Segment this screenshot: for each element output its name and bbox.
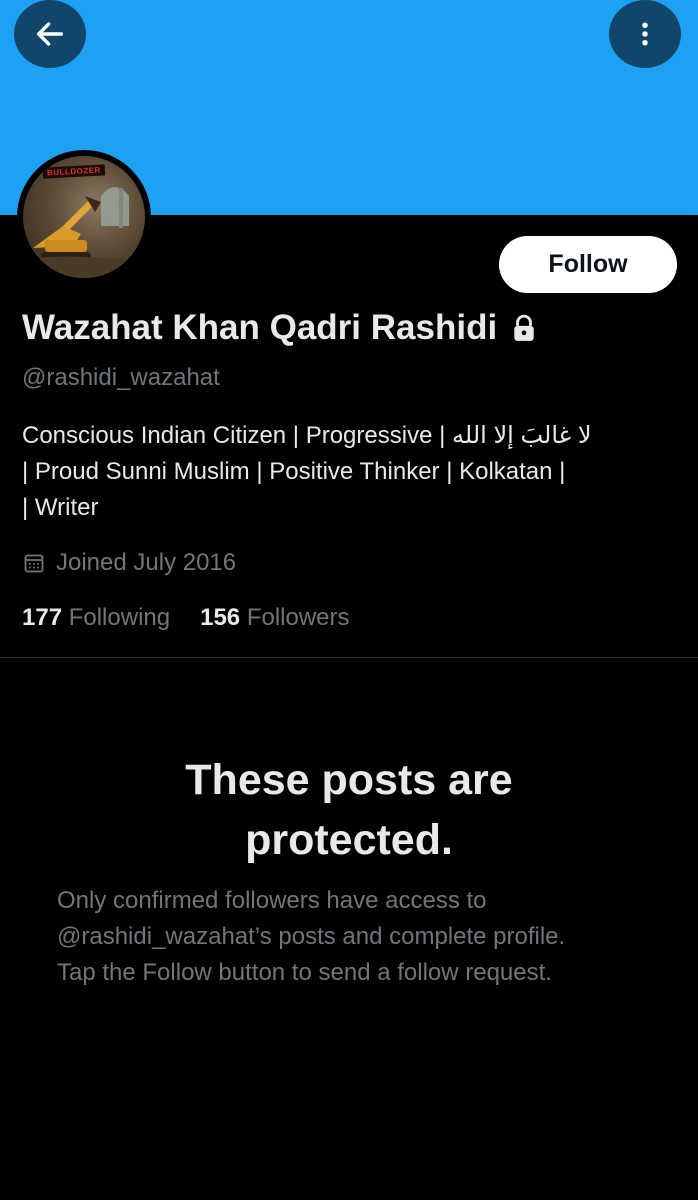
protected-message: Only confirmed followers have access to … (57, 883, 657, 991)
protected-title-line: protected. (245, 816, 453, 864)
joined-date: Joined July 2016 (22, 549, 236, 577)
protected-message-line: Tap the Follow button to send a follow r… (57, 959, 552, 986)
joined-text: Joined July 2016 (56, 549, 237, 576)
more-options-button[interactable] (609, 0, 681, 68)
followers-label: Followers (246, 604, 350, 631)
profile-bio: Conscious Indian Citizen | Progressive |… (22, 418, 662, 526)
following-label: Following (68, 604, 171, 631)
calendar-icon (24, 554, 44, 573)
arrow-left-icon (36, 22, 64, 46)
followers-count: 156 (200, 604, 241, 631)
bulldozer-illustration (23, 187, 145, 278)
bio-line: Conscious Indian Citizen | Progressive |… (22, 422, 592, 449)
follow-button[interactable]: Follow (499, 236, 677, 293)
protected-title-line: These posts are (185, 756, 513, 804)
avatar[interactable]: BULLDOZER (17, 150, 151, 284)
display-name: Wazahat Khan Qadri Rashidi (22, 308, 498, 347)
avatar-image: BULLDOZER (23, 156, 145, 278)
profile-name-row: Wazahat Khan Qadri Rashidi (22, 308, 537, 348)
bio-line: | Proud Sunni Muslim | Positive Thinker … (22, 458, 566, 485)
divider (0, 657, 698, 658)
protected-message-line: Only confirmed followers have access to (57, 887, 487, 914)
following-count: 177 (22, 604, 63, 631)
protected-title: These posts are protected. (0, 750, 698, 870)
profile-handle: @rashidi_wazahat (22, 364, 220, 391)
back-button[interactable] (14, 0, 86, 68)
bio-line: | Writer (22, 494, 99, 521)
more-vertical-icon (642, 22, 648, 46)
protected-message-line: @rashidi_wazahat’s posts and complete pr… (57, 923, 566, 950)
follow-stats: 177 Following 156 Followers (22, 604, 350, 632)
followers-link[interactable]: 156 Followers (200, 604, 349, 632)
following-link[interactable]: 177 Following (22, 604, 170, 632)
lock-icon (514, 314, 534, 341)
